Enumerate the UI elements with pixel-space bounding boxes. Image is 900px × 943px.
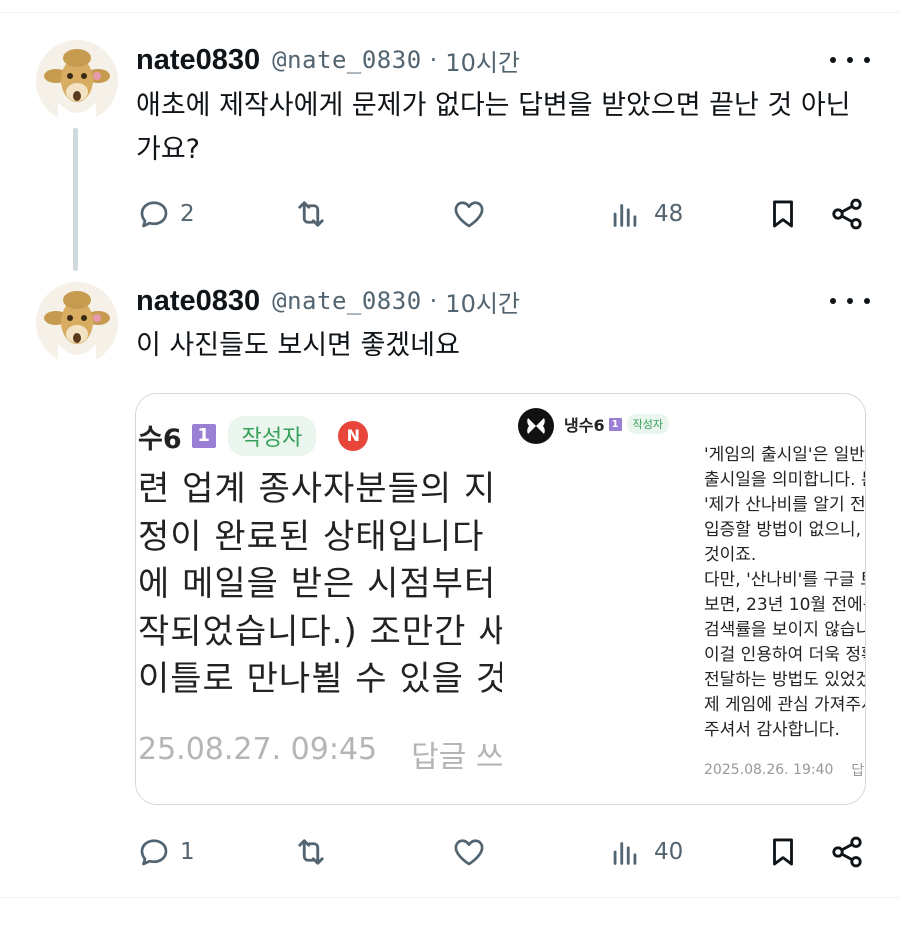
views-bar-chart-icon bbox=[613, 204, 637, 227]
retweet-icon bbox=[298, 839, 324, 865]
share-button[interactable] bbox=[829, 834, 865, 870]
comment-line: 것이죠. bbox=[704, 545, 757, 565]
tweet-text: 애초에 제작사에게 문제가 없다는 답변을 받았으면 끝난 것 아닌가요? bbox=[136, 90, 851, 165]
retweet-icon bbox=[298, 201, 324, 227]
comment-date: 25.08.27. 09:45 bbox=[138, 732, 378, 767]
comment-line: '게임의 출시일'은 일반적으로 정식 bbox=[704, 445, 865, 465]
comment-date: 2025.08.26. 19:40 bbox=[704, 762, 834, 778]
avatar[interactable] bbox=[36, 40, 118, 122]
view-count: 40 bbox=[654, 839, 684, 865]
timestamp[interactable]: 10시간 bbox=[445, 43, 520, 78]
comment-line: 검색률을 보이지 않습니다. bbox=[704, 620, 865, 640]
retweet-button[interactable] bbox=[292, 834, 338, 870]
tweet-text: 이 사진들도 보시면 좋겠네요 bbox=[136, 330, 460, 361]
comment-line: 이걸 인용하여 더욱 정확한 정보를 bbox=[704, 645, 865, 665]
view-count: 48 bbox=[654, 201, 684, 227]
user-handle[interactable]: @nate_0830 bbox=[272, 46, 422, 74]
separator-dot: · bbox=[429, 46, 438, 74]
comment-line: 보면, 23년 10월 전에는 유의미한 bbox=[704, 595, 865, 615]
like-button[interactable] bbox=[450, 834, 496, 870]
comment-line: 제 게임에 관심 가져주셔서, 제 글 읽어 bbox=[704, 695, 865, 715]
views-button[interactable]: 48 bbox=[608, 196, 683, 232]
tweet-header: nate0830 @nate_0830 · 10시간 bbox=[136, 40, 520, 80]
level-badge: 1 bbox=[191, 424, 216, 448]
bookmark-icon bbox=[773, 838, 793, 866]
tweet-header: nate0830 @nate_0830 · 10시간 bbox=[136, 281, 520, 321]
comment-line: 다만, '산나비'를 구글 트렌드에서 확인 bbox=[704, 570, 865, 590]
comment-reply-link: 답글 쓰기 bbox=[851, 763, 865, 779]
views-bar-chart-icon bbox=[613, 842, 637, 865]
reply-button[interactable]: 1 bbox=[136, 834, 195, 870]
bottom-divider bbox=[0, 897, 900, 898]
comment-line: 이틀로 만나뵐 수 있을 것 bbox=[138, 659, 502, 699]
bookmark-icon bbox=[773, 200, 793, 228]
new-badge: N bbox=[338, 421, 369, 451]
heart-icon bbox=[454, 839, 484, 866]
comment-header: 수6 1 작성자 N bbox=[138, 416, 369, 456]
timestamp[interactable]: 10시간 bbox=[445, 284, 520, 319]
comment-body: 련 업계 종사자분들의 지 정이 완료된 상태입니다 에 메일을 받은 시점부터… bbox=[138, 466, 502, 704]
tweet-actions: 2 48 bbox=[0, 192, 900, 236]
display-name[interactable]: nate0830 bbox=[136, 285, 260, 318]
reply-count: 1 bbox=[180, 839, 195, 865]
butterfly-logo-icon bbox=[518, 408, 554, 444]
views-button[interactable]: 40 bbox=[608, 834, 683, 870]
comment-author: 냉수6 bbox=[564, 416, 605, 435]
share-icon bbox=[832, 836, 862, 868]
comment-line: 에 메일을 받은 시점부터 bbox=[138, 564, 497, 604]
comment-reply-link: 답글 쓰 bbox=[411, 740, 502, 775]
attached-image-left[interactable]: 수6 1 작성자 N 련 업계 종사자분들의 지 정이 완료된 상태입니다 에 … bbox=[136, 394, 502, 804]
comment-line: '제가 산나비를 알기 전부터'라고 적으 bbox=[704, 495, 866, 515]
comment-line: 전달하는 방법도 있었겠네요. bbox=[704, 670, 865, 690]
top-divider bbox=[0, 12, 900, 13]
comment-line: 련 업계 종사자분들의 지 bbox=[138, 469, 497, 509]
comment-line: 정이 완료된 상태입니다 bbox=[138, 516, 485, 557]
comment-footer: 2025.08.26. 19:40 답글 쓰기 9 bbox=[704, 760, 865, 780]
like-button[interactable] bbox=[450, 196, 496, 232]
display-name[interactable]: nate0830 bbox=[136, 44, 260, 77]
more-dots-icon[interactable] bbox=[830, 291, 870, 311]
comment-line: 입증할 방법이 없으니, 출시일을 예로 bbox=[704, 520, 865, 540]
separator-dot: · bbox=[429, 287, 438, 315]
user-handle[interactable]: @nate_0830 bbox=[272, 287, 422, 315]
reply-button[interactable]: 2 bbox=[136, 196, 195, 232]
retweet-button[interactable] bbox=[292, 196, 338, 232]
avatar[interactable] bbox=[36, 282, 118, 364]
share-icon bbox=[832, 198, 862, 230]
tweet-actions: 1 40 bbox=[0, 830, 900, 874]
comment-author: 수6 bbox=[138, 423, 182, 455]
comment-line: 주셔서 감사합니다. bbox=[704, 720, 840, 740]
author-badge: 작성자 bbox=[227, 416, 317, 456]
comment-footer: 25.08.27. 09:45 답글 쓰 bbox=[138, 732, 502, 776]
camel-avatar-icon bbox=[36, 282, 118, 364]
level-badge: 1 bbox=[608, 417, 622, 431]
author-badge: 작성자 bbox=[626, 414, 669, 434]
comment-line: 작되었습니다.) 조만간 새 bbox=[138, 611, 502, 652]
comment-line: 출시일을 의미합니다. 본문을 적을 때 bbox=[704, 470, 865, 490]
media-attachment-card[interactable]: 수6 1 작성자 N 련 업계 종사자분들의 지 정이 완료된 상태입니다 에 … bbox=[135, 393, 866, 805]
bookmark-button[interactable] bbox=[766, 834, 800, 870]
heart-icon bbox=[454, 201, 484, 228]
reply-count: 2 bbox=[180, 201, 195, 227]
bookmark-button[interactable] bbox=[766, 196, 800, 232]
camel-avatar-icon bbox=[36, 40, 118, 122]
attached-image-right[interactable]: 냉수6 1 작성자 '게임의 출시일'은 일반적으로 정식 출시일을 의미합니다… bbox=[506, 394, 866, 804]
comment-header: 냉수6 1 작성자 bbox=[564, 412, 669, 436]
share-button[interactable] bbox=[829, 196, 865, 232]
reply-bubble-icon bbox=[140, 839, 168, 866]
reply-bubble-icon bbox=[140, 201, 168, 228]
more-dots-icon[interactable] bbox=[830, 50, 870, 70]
